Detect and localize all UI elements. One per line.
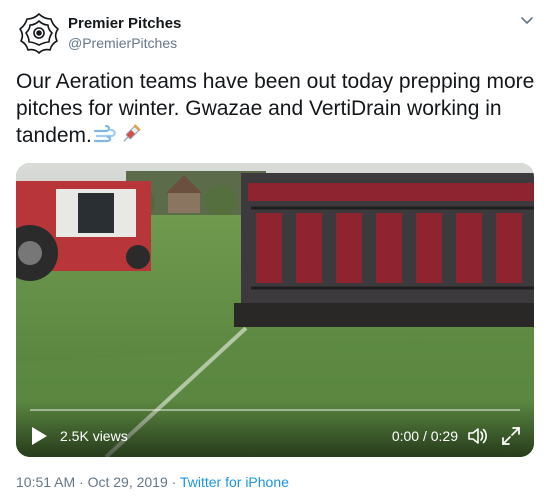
view-count: 2.5K views — [60, 428, 128, 444]
avatar[interactable] — [16, 10, 62, 56]
syringe-icon — [120, 123, 142, 152]
handle[interactable]: @PremierPitches — [68, 34, 181, 53]
dashing-away-icon — [93, 124, 118, 152]
meta-separator: · — [171, 474, 177, 490]
tweet-header: Premier Pitches @PremierPitches — [16, 10, 536, 56]
tweet-meta: 10:51 AM · Oct 29, 2019 · Twitter for iP… — [16, 473, 289, 491]
play-icon[interactable] — [30, 426, 48, 446]
user-block[interactable]: Premier Pitches @PremierPitches — [68, 14, 181, 53]
chevron-down-icon[interactable] — [518, 12, 536, 30]
timestamp[interactable]: 10:51 AM · Oct 29, 2019 — [16, 474, 168, 490]
video-time: 0:00 / 0:29 — [391, 428, 458, 444]
tweet-text: Our Aeration teams have been out today p… — [16, 68, 536, 152]
tudor-rose-logo-icon — [19, 13, 59, 54]
source-link[interactable]: Twitter for iPhone — [180, 474, 289, 490]
volume-icon[interactable] — [466, 425, 488, 447]
video-player[interactable]: 2.5K views 0:00 / 0:29 — [16, 163, 534, 457]
fullscreen-icon[interactable] — [500, 425, 522, 447]
display-name[interactable]: Premier Pitches — [68, 14, 181, 33]
video-controls: 2.5K views 0:00 / 0:29 — [16, 401, 534, 457]
video-progress-bar[interactable] — [30, 409, 520, 411]
